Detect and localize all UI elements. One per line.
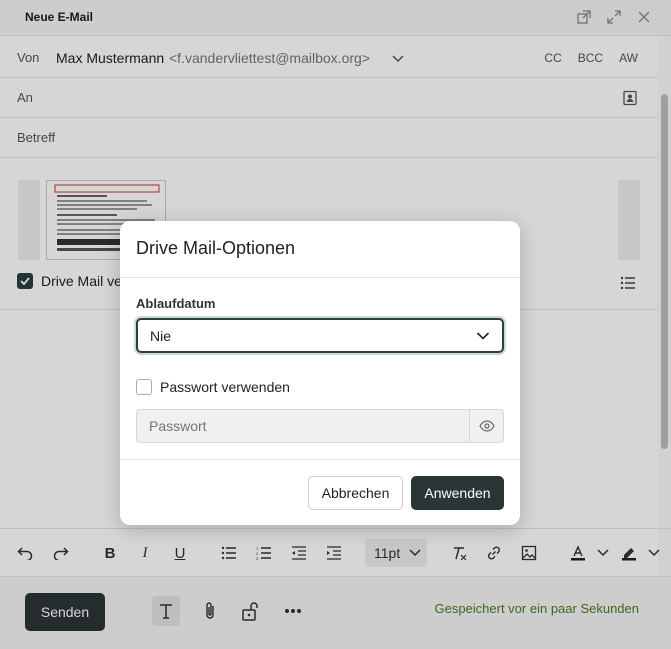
expiry-value: Nie: [150, 327, 172, 344]
use-password-option[interactable]: Passwort verwenden: [136, 379, 290, 395]
cancel-button[interactable]: Abbrechen: [308, 476, 403, 510]
apply-button[interactable]: Anwenden: [411, 476, 504, 510]
password-field: [136, 409, 504, 443]
dialog-divider: [120, 459, 520, 460]
chevron-down-icon: [476, 332, 490, 340]
drive-mail-options-dialog: Drive Mail-Optionen Ablaufdatum Nie Pass…: [120, 221, 520, 525]
dialog-divider: [120, 277, 520, 278]
eye-icon[interactable]: [469, 410, 503, 442]
expiry-select[interactable]: Nie: [136, 318, 504, 353]
dialog-title: Drive Mail-Optionen: [136, 238, 296, 258]
password-input[interactable]: [137, 410, 469, 442]
expiry-label: Ablaufdatum: [136, 296, 216, 311]
use-password-checkbox[interactable]: [136, 379, 152, 395]
use-password-label: Passwort verwenden: [160, 379, 290, 395]
